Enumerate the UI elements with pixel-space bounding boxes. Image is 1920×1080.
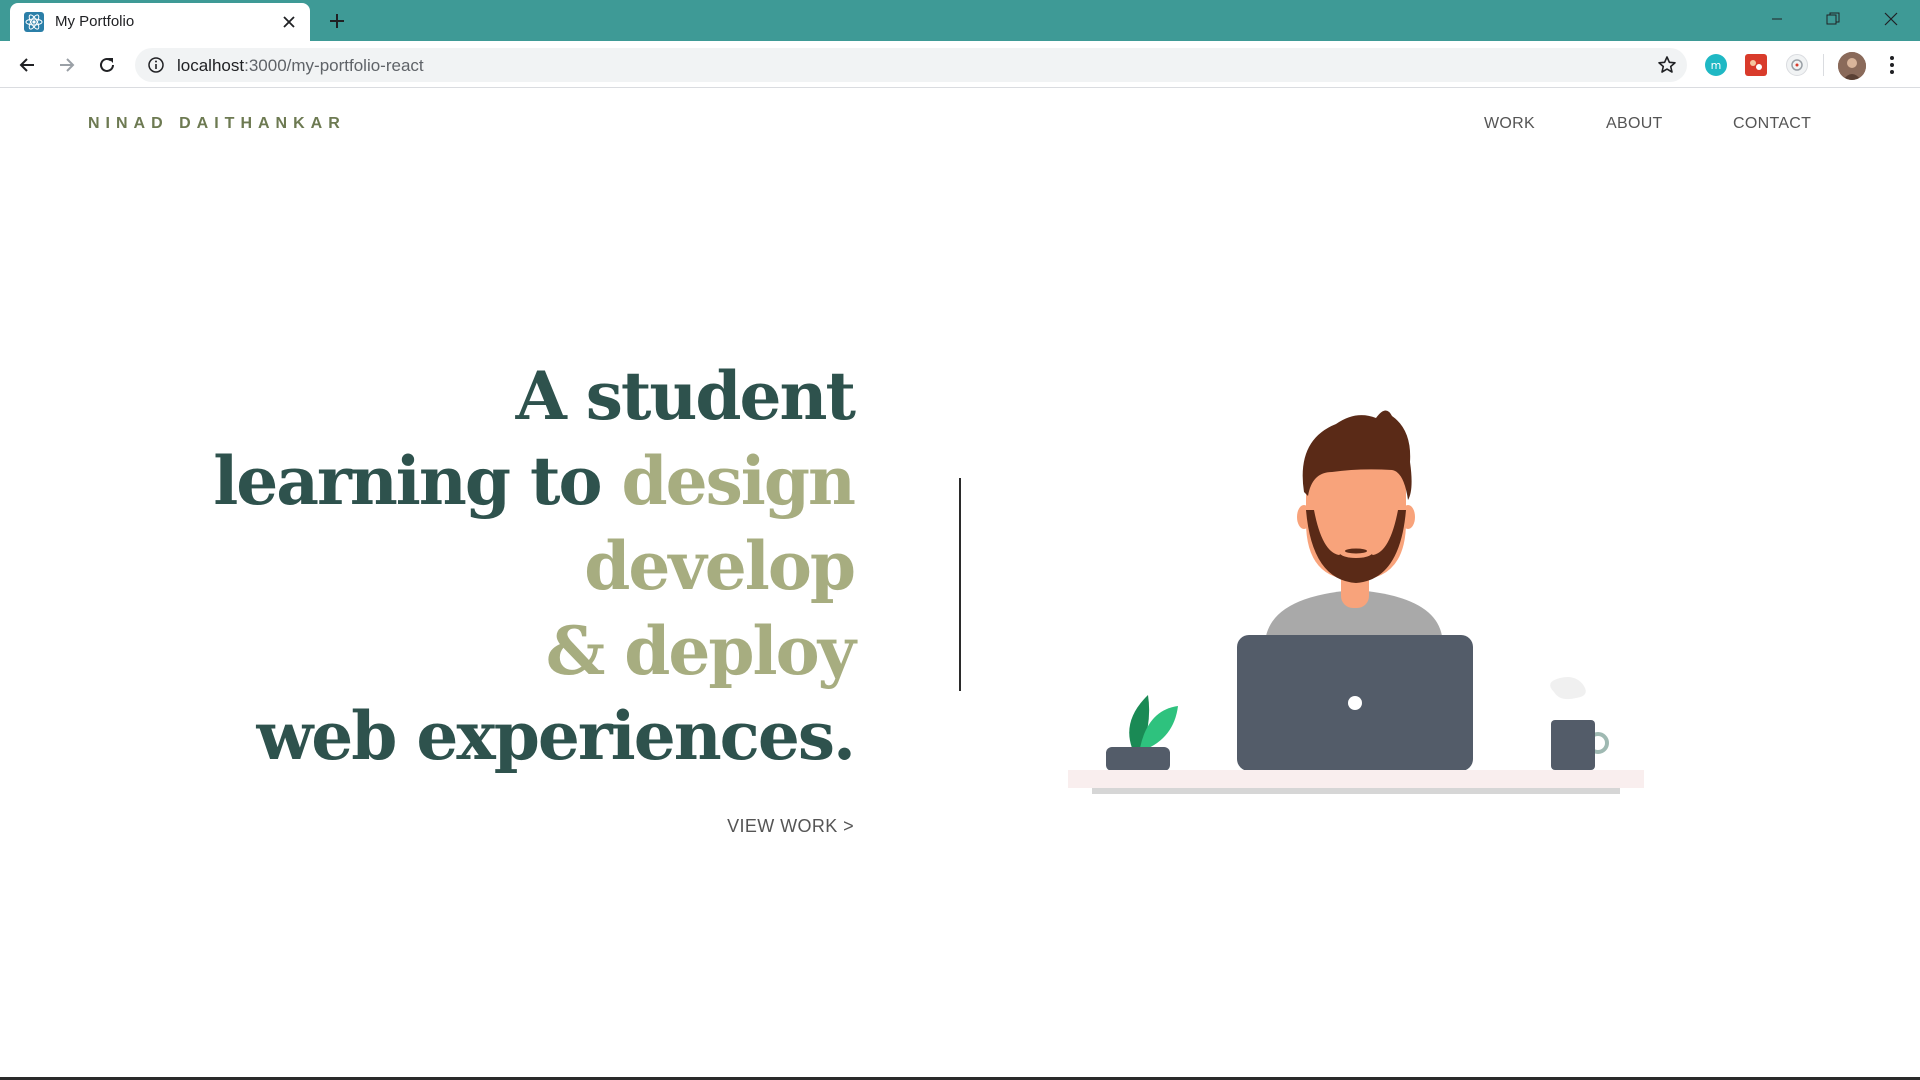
- react-icon: [24, 12, 44, 32]
- profile-avatar[interactable]: [1838, 52, 1866, 80]
- reload-icon[interactable]: [93, 51, 121, 79]
- arrow-right-icon[interactable]: [53, 51, 81, 79]
- nav-about[interactable]: ABOUT: [1606, 115, 1663, 133]
- hero-divider-line: [959, 478, 961, 691]
- hero-line-4: & deploy: [545, 612, 856, 690]
- hero-line-2: learning to design: [213, 439, 856, 524]
- hero-line-2-plain: learning to: [213, 442, 622, 520]
- extension-red-icon[interactable]: [1745, 54, 1767, 76]
- close-tab-icon[interactable]: [278, 11, 300, 33]
- extension-m-icon[interactable]: m: [1705, 54, 1727, 76]
- hero-line-1: A student: [515, 357, 856, 435]
- desk-top: [1068, 770, 1644, 788]
- developer-illustration: [1068, 410, 1644, 794]
- tab-title: My Portfolio: [55, 13, 135, 30]
- restore-icon[interactable]: [1818, 6, 1848, 32]
- nav-contact[interactable]: CONTACT: [1733, 115, 1811, 133]
- new-tab-icon[interactable]: [325, 9, 349, 33]
- hero-line-2-accent: design: [621, 442, 856, 520]
- desk-shadow: [1092, 788, 1620, 794]
- hero-line-3: develop: [584, 527, 856, 605]
- arrow-left-icon[interactable]: [13, 51, 41, 79]
- extension-gear-icon[interactable]: [1786, 54, 1808, 76]
- browser-tab-strip: My Portfolio: [0, 0, 1920, 41]
- address-bar[interactable]: localhost:3000/my-portfolio-react: [135, 48, 1687, 82]
- more-vert-icon[interactable]: [1882, 54, 1902, 76]
- plant-pot: [1106, 747, 1170, 771]
- hero-headline: A student learning to design develop & d…: [213, 354, 856, 779]
- nav-work[interactable]: WORK: [1484, 115, 1535, 133]
- svg-text:m: m: [1711, 59, 1722, 72]
- url-host: localhost: [177, 56, 245, 75]
- toolbar-divider: [1823, 54, 1824, 76]
- info-icon[interactable]: [147, 56, 165, 74]
- mug: [1551, 720, 1595, 770]
- mug-steam: [1550, 677, 1586, 700]
- hero-line-5: web experiences.: [256, 697, 856, 775]
- minimize-icon[interactable]: [1762, 6, 1792, 32]
- url-text: localhost:3000/my-portfolio-react: [177, 56, 424, 76]
- star-icon[interactable]: [1657, 55, 1677, 75]
- close-window-icon[interactable]: [1876, 6, 1906, 32]
- laptop-logo: [1348, 696, 1362, 710]
- browser-tab[interactable]: My Portfolio: [10, 3, 310, 41]
- url-path: :3000/my-portfolio-react: [244, 56, 424, 75]
- view-work-link[interactable]: VIEW WORK >: [727, 816, 854, 837]
- site-brand[interactable]: NINAD DAITHANKAR: [88, 115, 346, 133]
- browser-toolbar: localhost:3000/my-portfolio-react m: [0, 41, 1920, 88]
